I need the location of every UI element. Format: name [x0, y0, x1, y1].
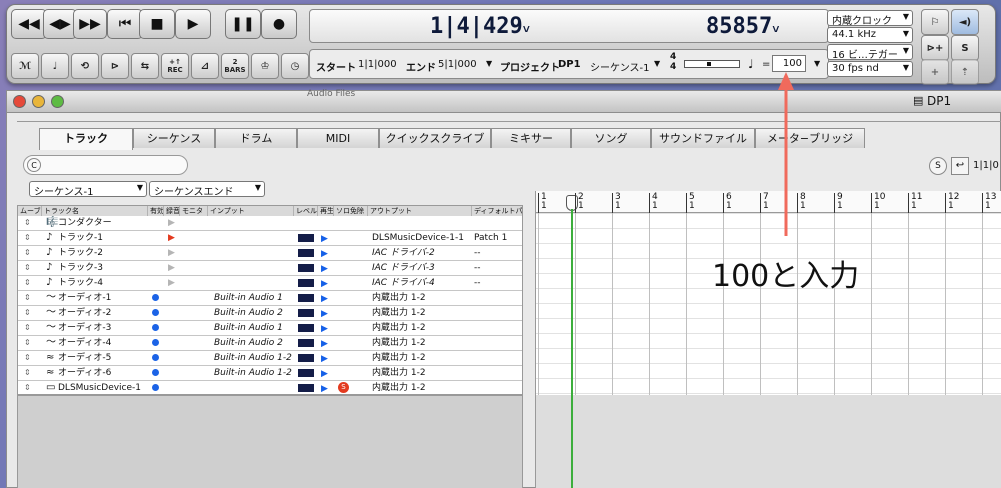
annotation-arrow — [778, 72, 794, 236]
arrow-head — [778, 72, 794, 90]
